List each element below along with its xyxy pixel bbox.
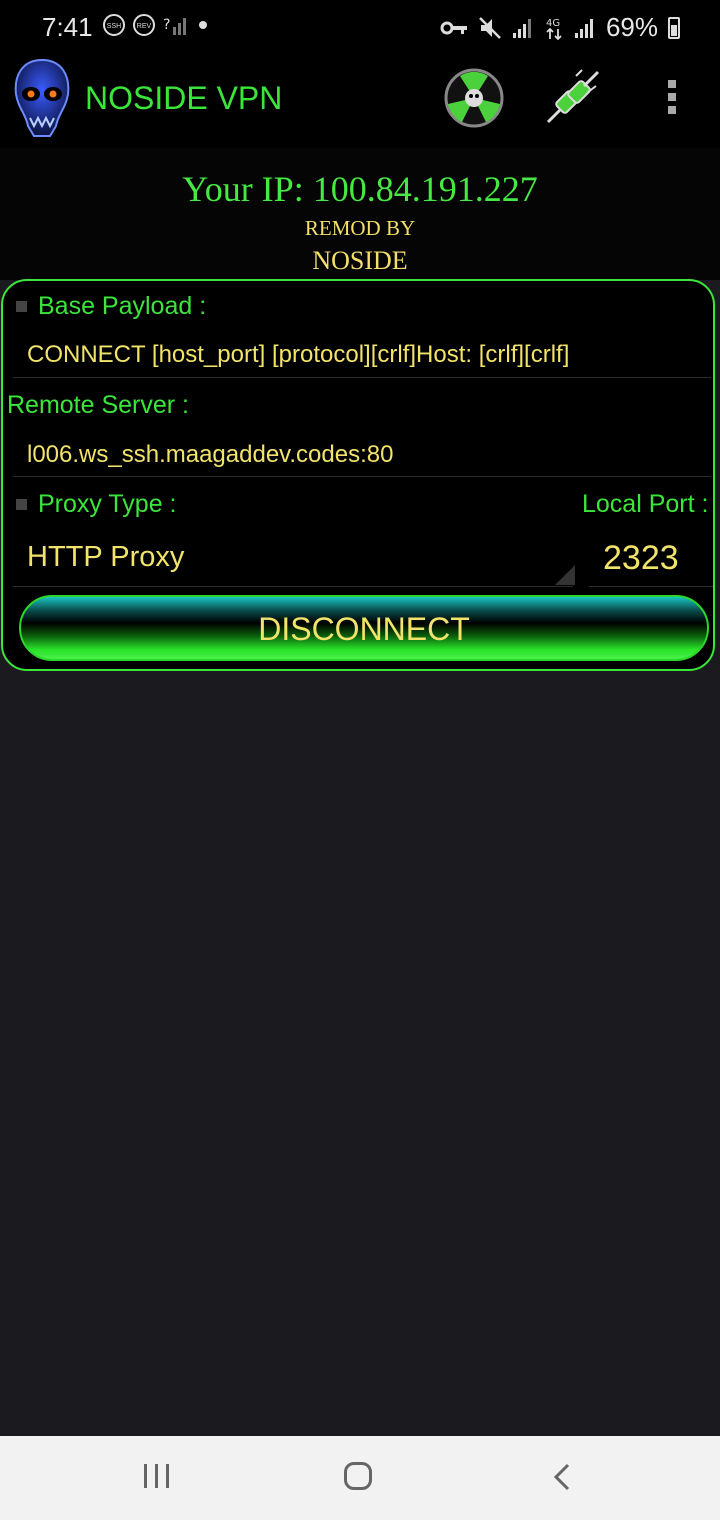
radiation-skull-icon[interactable]	[442, 66, 506, 130]
remote-underline	[13, 476, 711, 477]
svg-text:4G: 4G	[546, 18, 560, 29]
proxy-type-select[interactable]: HTTP Proxy	[27, 541, 184, 574]
payload-input[interactable]: CONNECT [host_port] [protocol][crlf]Host…	[27, 341, 569, 369]
signal-icon	[512, 18, 531, 38]
dropdown-arrow-icon[interactable]	[555, 565, 575, 585]
payload-label: Base Payload :	[38, 292, 207, 320]
vpn-key-icon	[440, 21, 467, 34]
proxy-type-label: Proxy Type :	[38, 490, 177, 518]
svg-text:?: ?	[163, 17, 170, 33]
no-signal-icon: ?	[163, 17, 186, 35]
remod-label: REMOD BY	[304, 216, 416, 240]
status-right-icons: 4G 69%	[440, 12, 680, 43]
payload-checkbox-icon[interactable]	[16, 301, 27, 312]
battery-percent: 69%	[605, 12, 658, 42]
config-panel: Base Payload : CONNECT [host_port] [prot…	[1, 279, 715, 671]
home-icon[interactable]	[344, 1462, 372, 1490]
system-nav-bar	[0, 1436, 720, 1520]
author-label: NOSIDE	[312, 246, 408, 275]
local-port-input[interactable]: 2323	[603, 539, 679, 578]
payload-underline	[13, 377, 711, 378]
signal-icon	[574, 18, 593, 38]
remote-server-label: Remote Server :	[7, 391, 190, 419]
overflow-menu-icon[interactable]	[664, 80, 680, 120]
app-bar: NOSIDE VPN	[0, 56, 720, 148]
battery-icon	[668, 16, 680, 39]
proxy-underline	[13, 586, 573, 587]
port-underline	[589, 586, 713, 587]
local-port-label: Local Port :	[582, 490, 709, 518]
status-bar: 7:41 SSH REV ? 4G 69%	[0, 0, 720, 56]
recent-apps-icon[interactable]	[144, 1464, 169, 1488]
notification-icons: SSH REV ?	[103, 13, 209, 37]
disconnect-button[interactable]: DISCONNECT	[19, 595, 709, 661]
mute-icon	[479, 16, 501, 39]
app-title: NOSIDE VPN	[85, 80, 283, 116]
remote-server-input[interactable]: l006.ws_ssh.maagaddev.codes:80	[27, 441, 393, 469]
4g-icon: 4G	[546, 18, 562, 40]
dot-icon	[199, 21, 207, 29]
connection-plug-icon[interactable]	[540, 66, 604, 130]
back-icon[interactable]	[548, 1462, 578, 1492]
status-time: 7:41	[42, 12, 93, 42]
ip-header: Your IP: 100.84.191.227 REMOD BY NOSIDE	[0, 148, 720, 280]
proxy-checkbox-icon[interactable]	[16, 499, 27, 510]
skull-logo-icon	[14, 58, 70, 137]
ip-address-label: Your IP: 100.84.191.227	[182, 169, 538, 209]
rev-icon: REV	[133, 14, 155, 36]
ssh-icon: SSH	[103, 14, 125, 36]
